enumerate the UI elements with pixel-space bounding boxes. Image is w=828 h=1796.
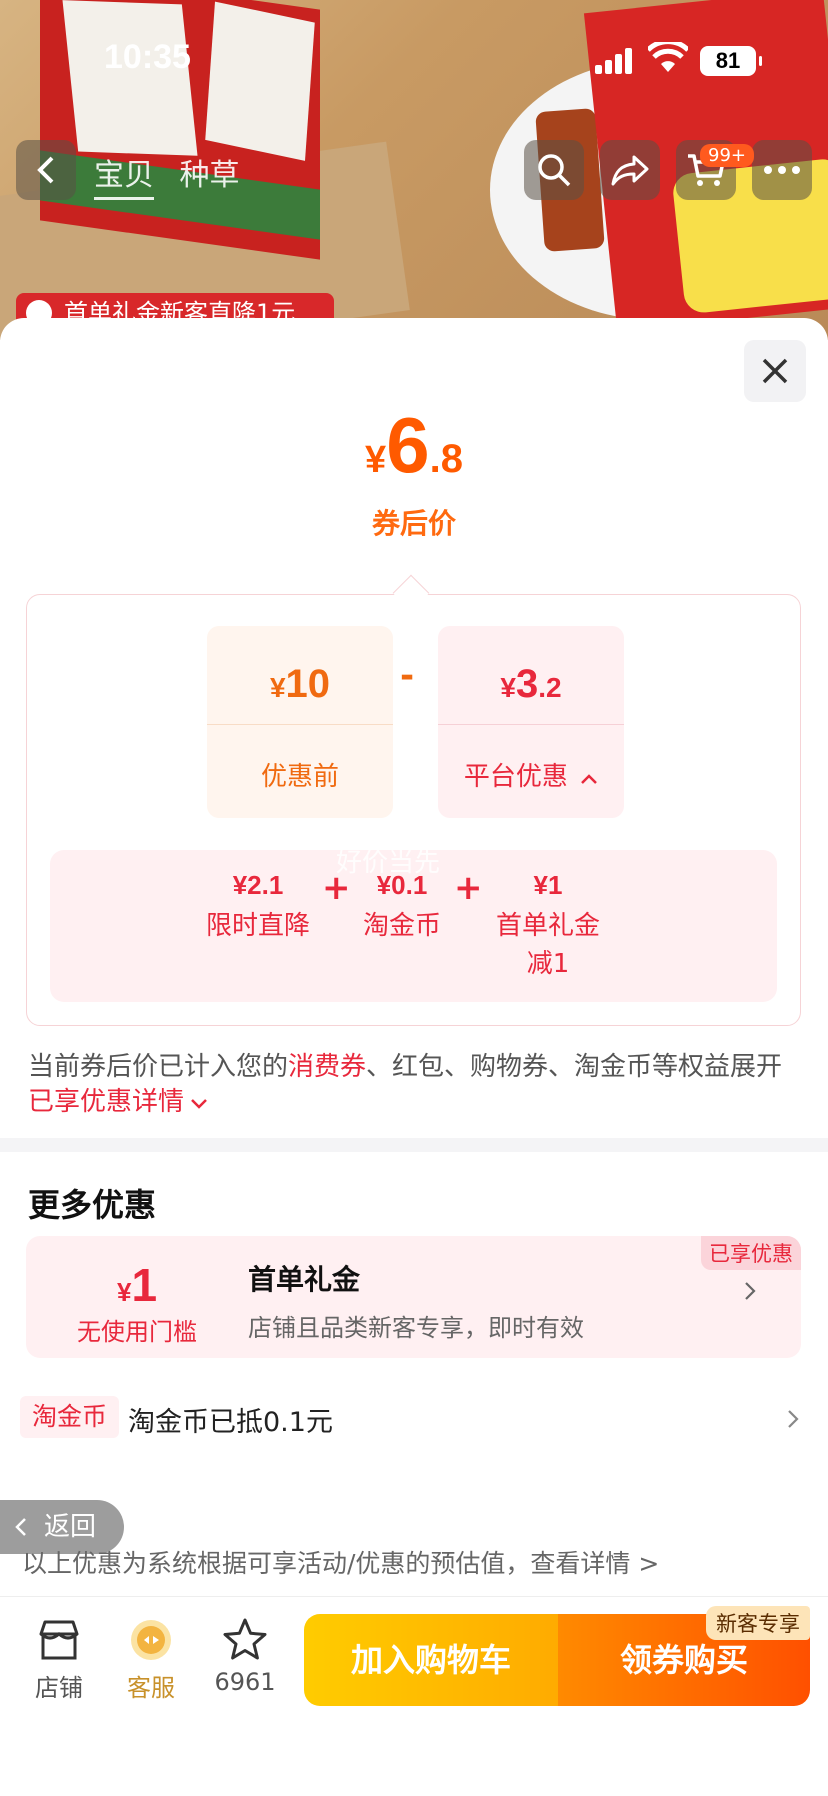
status-bar: 10:35 81 <box>0 0 828 120</box>
breakdown-amount: ¥0.1 <box>376 870 428 900</box>
breakdown-item-limited: ¥2.1 限时直降 <box>198 870 318 945</box>
breakdown-amount: ¥2.1 <box>232 870 284 900</box>
original-price-box: ¥10 优惠前 <box>207 626 393 818</box>
chevron-left-icon <box>37 156 54 184</box>
shop-icon <box>35 1616 83 1664</box>
final-price-decimal: .8 <box>429 437 463 481</box>
consumer-coupon-link[interactable]: 消费券 <box>288 1052 366 1082</box>
customer-service-button[interactable]: 客服 <box>118 1616 184 1703</box>
breakdown-name: 限时直降 <box>205 911 310 941</box>
chevron-up-icon <box>581 774 598 784</box>
final-price-caption: 券后价 <box>371 507 456 540</box>
status-time: 10:35 <box>104 38 191 76</box>
search-button[interactable] <box>524 140 584 200</box>
close-button[interactable] <box>744 340 806 402</box>
shop-button[interactable]: 店铺 <box>26 1616 92 1703</box>
shop-label: 店铺 <box>35 1674 83 1702</box>
chevron-right-icon <box>788 1410 799 1428</box>
signal-icon <box>595 48 635 74</box>
chevron-right-icon <box>745 1282 756 1300</box>
coupon-value: 1 <box>131 1259 158 1311</box>
favorite-button[interactable]: 6961 <box>206 1616 284 1696</box>
platform-discount-decimal: .2 <box>538 672 562 703</box>
breakdown-item-coin: ¥0.1 淘金币 <box>352 870 452 945</box>
platform-discount-label: 平台优惠 <box>463 762 568 792</box>
star-icon <box>221 1616 269 1664</box>
coupon-currency: ¥ <box>116 1277 132 1307</box>
tab-product[interactable]: 宝贝 <box>94 158 154 200</box>
customer-service-icon <box>127 1616 175 1664</box>
add-to-cart-button[interactable]: 加入购物车 <box>304 1614 558 1706</box>
favorite-count: 6961 <box>214 1668 276 1696</box>
wifi-icon <box>646 39 690 74</box>
platform-discount-box[interactable]: ¥3.2 平台优惠 <box>438 626 624 818</box>
final-price-currency: ¥ <box>365 439 387 481</box>
platform-discount-value: 3 <box>515 662 539 706</box>
customer-service-label: 客服 <box>127 1674 175 1702</box>
estimate-disclaimer[interactable]: 以上优惠为系统根据可享活动/优惠的预估值，查看详情 > <box>22 1544 659 1580</box>
coupon-description: 店铺且品类新客专享，即时有效 <box>248 1314 584 1342</box>
coupon-title: 首单礼金 <box>248 1263 361 1296</box>
price-notice: 当前券后价已计入您的消费券、红包、购物券、淘金币等权益展开已享优惠详情 <box>28 1052 783 1117</box>
more-offers-title: 更多优惠 <box>28 1186 157 1224</box>
final-price: ¥6.8 <box>0 400 828 491</box>
battery-indicator: 81 <box>700 46 762 76</box>
close-icon <box>762 358 788 384</box>
enjoyed-details-toggle[interactable]: 已享优惠详情 <box>28 1087 184 1117</box>
final-price-integer: 6 <box>386 401 430 489</box>
original-price-currency: ¥ <box>269 672 286 703</box>
more-icon <box>764 166 800 174</box>
platform-discount-currency: ¥ <box>500 672 516 703</box>
share-icon <box>611 155 649 186</box>
enjoyed-badge: 已享优惠 <box>701 1236 801 1270</box>
breakdown-item-firstorder: ¥1 首单礼金 减1 <box>490 870 606 983</box>
more-button[interactable] <box>752 140 812 200</box>
first-order-coupon[interactable]: ¥1 无使用门槛 首单礼金 店铺且品类新客专享，即时有效 已享优惠 <box>26 1236 801 1358</box>
plus-operator: + <box>322 868 351 908</box>
breakdown-name: 首单礼金 减1 <box>495 911 600 979</box>
minus-operator: - <box>400 656 415 696</box>
cart-count-badge: 99+ <box>700 144 754 167</box>
back-button[interactable] <box>16 140 76 200</box>
original-price-label: 优惠前 <box>260 762 339 792</box>
chevron-down-icon[interactable] <box>190 1098 208 1110</box>
coin-offer-row[interactable]: 淘金币 淘金币已抵0.1元 <box>20 1396 810 1442</box>
chevron-left-icon <box>15 1518 26 1536</box>
coupon-condition: 无使用门槛 <box>77 1318 197 1346</box>
coin-offer-text: 淘金币已抵0.1元 <box>128 1407 333 1438</box>
new-customer-tag: 新客专享 <box>706 1606 810 1640</box>
section-divider <box>0 1138 828 1152</box>
breakdown-amount: ¥1 <box>533 870 563 900</box>
tab-seed[interactable]: 种草 <box>180 158 240 193</box>
share-button[interactable] <box>600 140 660 200</box>
breakdown-name: 淘金币 <box>362 911 441 941</box>
back-pill-label: 返回 <box>44 1512 97 1542</box>
plus-operator: + <box>454 868 483 908</box>
original-price-value: 10 <box>285 662 331 706</box>
search-icon <box>538 154 571 187</box>
coin-tag: 淘金币 <box>20 1396 120 1438</box>
product-tabs: 宝贝 种草 <box>94 150 256 200</box>
